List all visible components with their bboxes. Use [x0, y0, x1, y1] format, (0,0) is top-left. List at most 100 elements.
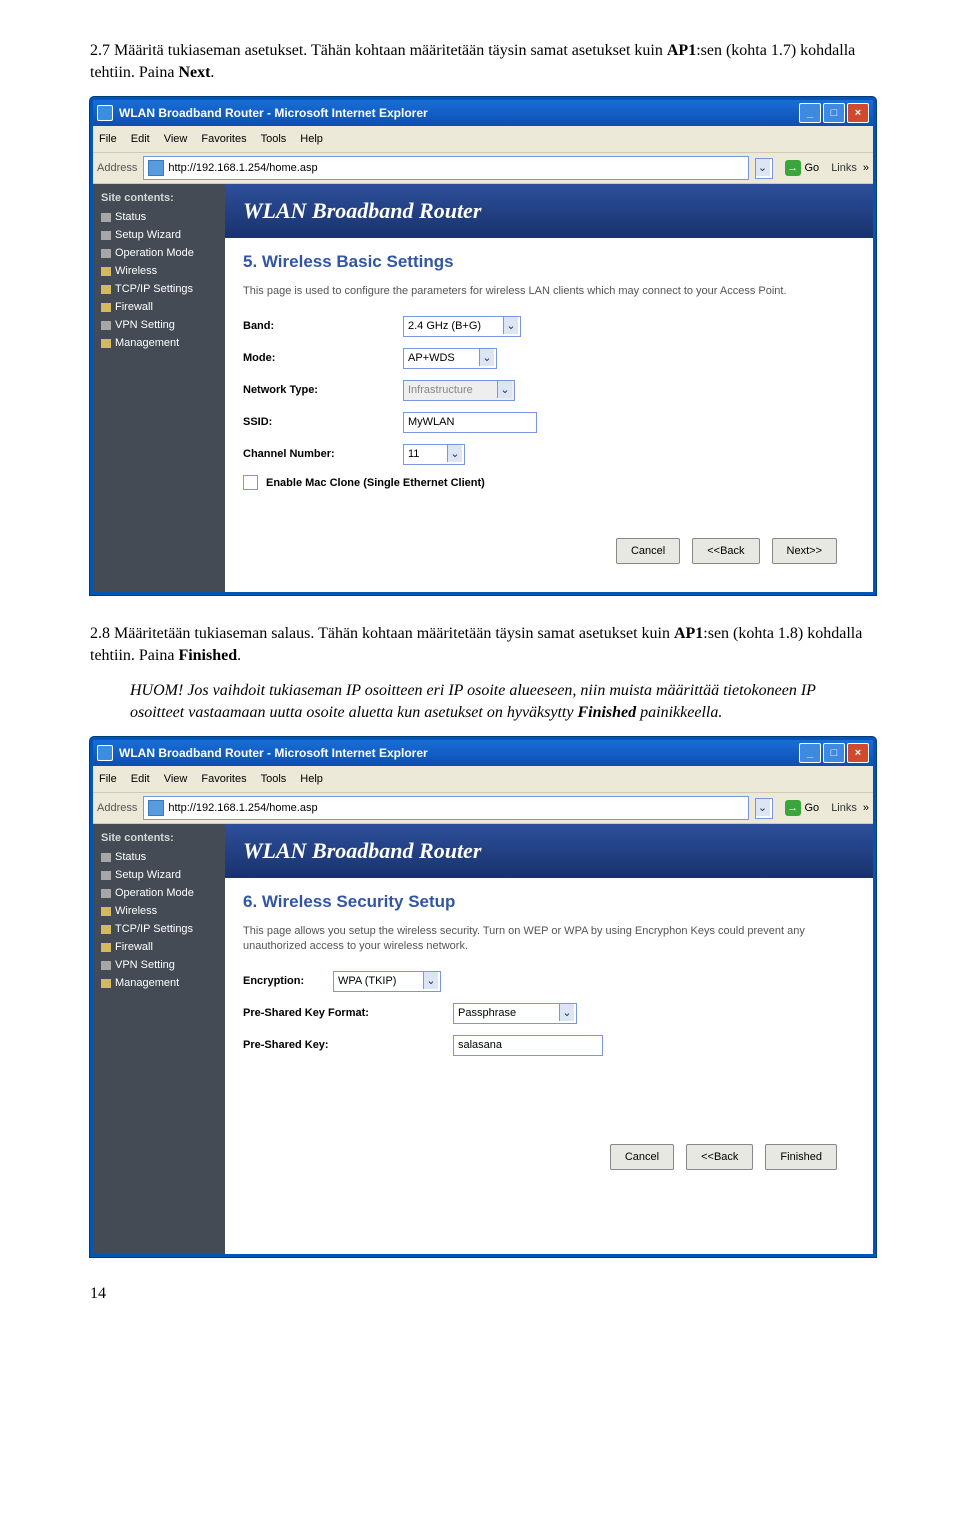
go-arrow-icon: →: [785, 160, 801, 176]
sidebar-item-vpn[interactable]: VPN Setting: [93, 316, 225, 334]
text-bold: AP1: [667, 42, 696, 59]
sidebar-item-operation-mode[interactable]: Operation Mode: [93, 244, 225, 262]
sidebar-item-status[interactable]: Status: [93, 848, 225, 866]
ie-icon: [97, 105, 113, 121]
links-chevron-icon: »: [863, 162, 869, 174]
input-psk[interactable]: salasana: [453, 1035, 603, 1056]
select-channel[interactable]: 11: [403, 444, 465, 465]
checkbox-mac-clone[interactable]: [243, 475, 258, 490]
text: 2.8 Määritetään tukiaseman salaus. Tähän…: [90, 625, 674, 642]
select-encryption[interactable]: WPA (TKIP): [333, 971, 441, 992]
banner-title: WLAN Broadband Router: [225, 184, 873, 238]
minimize-button[interactable]: _: [799, 743, 821, 763]
sidebar-header: Site contents:: [93, 188, 225, 208]
window-titlebar: WLAN Broadband Router - Microsoft Intern…: [93, 100, 873, 126]
close-button[interactable]: ×: [847, 743, 869, 763]
cancel-button[interactable]: Cancel: [610, 1144, 674, 1170]
address-dropdown[interactable]: [755, 798, 773, 819]
finished-button[interactable]: Finished: [765, 1144, 837, 1170]
menu-edit[interactable]: Edit: [131, 133, 150, 145]
text: 2.7 Määritä tukiaseman asetukset. Tähän …: [90, 42, 667, 59]
screenshot-wireless-basic: WLAN Broadband Router - Microsoft Intern…: [90, 97, 870, 595]
label-psk: Pre-Shared Key:: [243, 1039, 453, 1051]
sidebar-item-setup-wizard[interactable]: Setup Wizard: [93, 866, 225, 884]
back-button[interactable]: <<Back: [686, 1144, 753, 1170]
sidebar-item-status[interactable]: Status: [93, 208, 225, 226]
address-dropdown[interactable]: [755, 158, 773, 179]
sidebar-item-firewall[interactable]: Firewall: [93, 298, 225, 316]
menu-tools[interactable]: Tools: [261, 773, 287, 785]
window-title: WLAN Broadband Router - Microsoft Intern…: [119, 746, 428, 760]
text-bold-italic: Finished: [577, 704, 636, 721]
go-label: Go: [805, 162, 820, 174]
address-value: http://192.168.1.254/home.asp: [168, 802, 317, 814]
menu-file[interactable]: File: [99, 773, 117, 785]
address-label: Address: [97, 162, 137, 174]
text: .: [210, 64, 214, 81]
menu-favorites[interactable]: Favorites: [201, 133, 246, 145]
sidebar-item-firewall[interactable]: Firewall: [93, 938, 225, 956]
menu-favorites[interactable]: Favorites: [201, 773, 246, 785]
label-channel: Channel Number:: [243, 448, 403, 460]
close-button[interactable]: ×: [847, 103, 869, 123]
label-mode: Mode:: [243, 352, 403, 364]
go-label: Go: [805, 802, 820, 814]
menu-edit[interactable]: Edit: [131, 773, 150, 785]
address-input[interactable]: http://192.168.1.254/home.asp: [143, 796, 748, 820]
sidebar-item-tcpip[interactable]: TCP/IP Settings: [93, 920, 225, 938]
text-italic: painikkeella.: [636, 704, 722, 721]
minimize-button[interactable]: _: [799, 103, 821, 123]
sidebar-header: Site contents:: [93, 828, 225, 848]
sidebar-item-vpn[interactable]: VPN Setting: [93, 956, 225, 974]
paragraph-2-7: 2.7 Määritä tukiaseman asetukset. Tähän …: [90, 40, 870, 83]
page-icon: [148, 800, 164, 816]
maximize-button[interactable]: □: [823, 103, 845, 123]
address-bar: Address http://192.168.1.254/home.asp → …: [93, 793, 873, 824]
menu-file[interactable]: File: [99, 133, 117, 145]
menu-view[interactable]: View: [164, 133, 188, 145]
next-button[interactable]: Next>>: [772, 538, 837, 564]
label-psk-format: Pre-Shared Key Format:: [243, 1007, 453, 1019]
page-number: 14: [90, 1285, 870, 1303]
screenshot-wireless-security: WLAN Broadband Router - Microsoft Intern…: [90, 737, 870, 1257]
links-label[interactable]: Links: [831, 802, 857, 814]
address-input[interactable]: http://192.168.1.254/home.asp: [143, 156, 748, 180]
select-psk-format[interactable]: Passphrase: [453, 1003, 577, 1024]
sidebar-item-setup-wizard[interactable]: Setup Wizard: [93, 226, 225, 244]
input-ssid[interactable]: MyWLAN: [403, 412, 537, 433]
links-label[interactable]: Links: [831, 162, 857, 174]
menu-bar: File Edit View Favorites Tools Help: [93, 766, 873, 793]
window-title: WLAN Broadband Router - Microsoft Intern…: [119, 106, 428, 120]
maximize-button[interactable]: □: [823, 743, 845, 763]
sidebar-item-operation-mode[interactable]: Operation Mode: [93, 884, 225, 902]
sidebar-item-management[interactable]: Management: [93, 334, 225, 352]
links-chevron-icon: »: [863, 802, 869, 814]
sidebar-item-wireless[interactable]: Wireless: [93, 262, 225, 280]
banner-title: WLAN Broadband Router: [225, 824, 873, 878]
page-icon: [148, 160, 164, 176]
go-button[interactable]: → Go: [779, 160, 826, 176]
menu-help[interactable]: Help: [300, 773, 323, 785]
section-description: This page is used to configure the param…: [243, 284, 855, 299]
go-button[interactable]: → Go: [779, 800, 826, 816]
sidebar: Site contents: Status Setup Wizard Opera…: [93, 824, 225, 1254]
menu-view[interactable]: View: [164, 773, 188, 785]
sidebar-item-wireless[interactable]: Wireless: [93, 902, 225, 920]
section-title: 6. Wireless Security Setup: [243, 892, 855, 912]
select-band[interactable]: 2.4 GHz (B+G): [403, 316, 521, 337]
go-arrow-icon: →: [785, 800, 801, 816]
note-paragraph: HUOM! Jos vaihdoit tukiaseman IP osoitte…: [130, 680, 870, 723]
select-mode[interactable]: AP+WDS: [403, 348, 497, 369]
paragraph-2-8: 2.8 Määritetään tukiaseman salaus. Tähän…: [90, 623, 870, 666]
sidebar-item-tcpip[interactable]: TCP/IP Settings: [93, 280, 225, 298]
menu-help[interactable]: Help: [300, 133, 323, 145]
label-ssid: SSID:: [243, 416, 403, 428]
menu-tools[interactable]: Tools: [261, 133, 287, 145]
text-bold: Next: [178, 64, 210, 81]
back-button[interactable]: <<Back: [692, 538, 759, 564]
sidebar-item-management[interactable]: Management: [93, 974, 225, 992]
label-mac-clone: Enable Mac Clone (Single Ethernet Client…: [266, 477, 485, 489]
cancel-button[interactable]: Cancel: [616, 538, 680, 564]
label-network-type: Network Type:: [243, 384, 403, 396]
menu-bar: File Edit View Favorites Tools Help: [93, 126, 873, 153]
